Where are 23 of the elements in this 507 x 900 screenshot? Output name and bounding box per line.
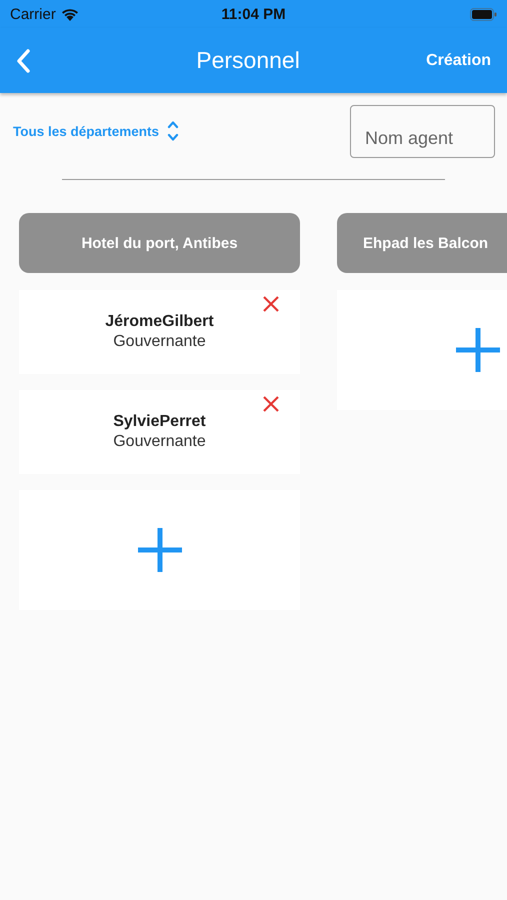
add-icon bbox=[456, 328, 500, 372]
delete-button[interactable] bbox=[262, 395, 280, 413]
column-header: Hotel du port, Antibes bbox=[19, 213, 300, 273]
status-time: 11:04 PM bbox=[221, 6, 286, 22]
staff-card[interactable]: JéromeGilbert Gouvernante bbox=[19, 290, 300, 374]
close-icon bbox=[262, 295, 280, 313]
back-icon bbox=[16, 48, 30, 72]
staff-name: JéromeGilbert bbox=[105, 313, 214, 331]
agent-search-field[interactable]: Nom agent bbox=[350, 104, 495, 158]
staff-card[interactable]: SylviePerret Gouvernante bbox=[19, 390, 300, 474]
column-header: Ehpad les Balcon bbox=[337, 213, 507, 273]
staff-role: Gouvernante bbox=[113, 433, 206, 451]
staff-role: Gouvernante bbox=[113, 333, 206, 351]
delete-button[interactable] bbox=[262, 295, 280, 313]
close-icon bbox=[262, 395, 280, 413]
wifi-icon bbox=[60, 8, 79, 20]
carrier-label: Carrier bbox=[10, 6, 56, 22]
battery-icon bbox=[470, 8, 497, 20]
add-icon bbox=[138, 528, 182, 572]
back-button[interactable] bbox=[16, 48, 30, 72]
chevrons-icon bbox=[167, 120, 180, 142]
staff-name: SylviePerret bbox=[113, 413, 206, 431]
screen-title: Personnel bbox=[195, 47, 301, 74]
